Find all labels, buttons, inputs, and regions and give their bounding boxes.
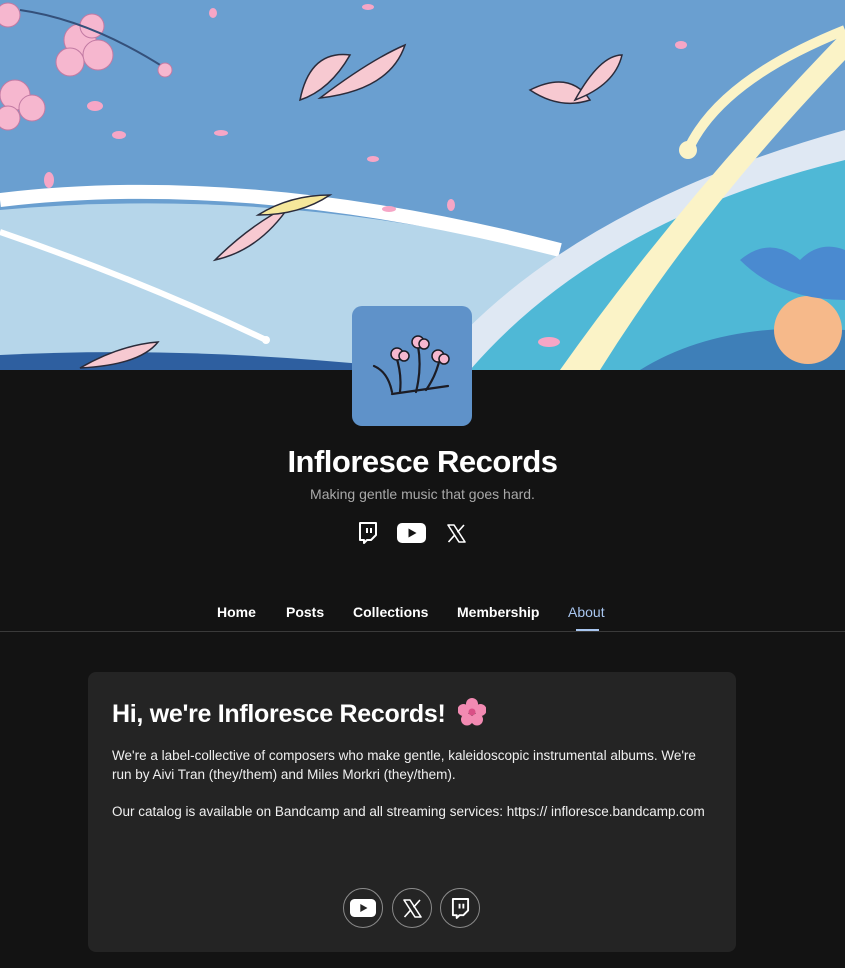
youtube-icon bbox=[396, 523, 426, 543]
tabs-divider bbox=[0, 631, 845, 632]
profile-name: Infloresce Records bbox=[287, 444, 558, 479]
about-card: Hi, we're Infloresce Records! We're a la… bbox=[88, 672, 736, 952]
about-title-text: Hi, we're Infloresce Records! bbox=[112, 700, 446, 728]
x-button[interactable] bbox=[392, 888, 432, 928]
twitch-icon bbox=[359, 522, 377, 544]
cherry-blossom-icon bbox=[457, 698, 487, 726]
tab-collections[interactable]: Collections bbox=[353, 604, 428, 620]
youtube-link[interactable] bbox=[396, 518, 426, 548]
x-icon bbox=[446, 523, 466, 543]
about-paragraph-2: Our catalog is available on Bandcamp and… bbox=[112, 804, 705, 819]
header-social-links bbox=[0, 518, 845, 548]
twitch-icon bbox=[451, 897, 469, 919]
tab-posts[interactable]: Posts bbox=[286, 604, 324, 620]
profile-tagline: Making gentle music that goes hard. bbox=[310, 486, 535, 502]
twitch-button[interactable] bbox=[440, 888, 480, 928]
profile-avatar[interactable] bbox=[352, 306, 472, 426]
x-icon bbox=[402, 898, 422, 918]
tab-about[interactable]: About bbox=[568, 604, 605, 620]
twitch-link[interactable] bbox=[357, 518, 379, 548]
about-paragraph-1: We're a label-collective of composers wh… bbox=[112, 748, 696, 782]
tab-membership[interactable]: Membership bbox=[457, 604, 539, 620]
tab-home[interactable]: Home bbox=[217, 604, 256, 620]
logo-icon bbox=[372, 335, 450, 396]
x-link[interactable] bbox=[446, 518, 466, 548]
profile-tabs: Home Posts Collections Membership About bbox=[0, 596, 845, 632]
about-title: Hi, we're Infloresce Records! bbox=[112, 698, 487, 729]
youtube-button[interactable] bbox=[343, 888, 383, 928]
youtube-icon bbox=[350, 899, 376, 917]
